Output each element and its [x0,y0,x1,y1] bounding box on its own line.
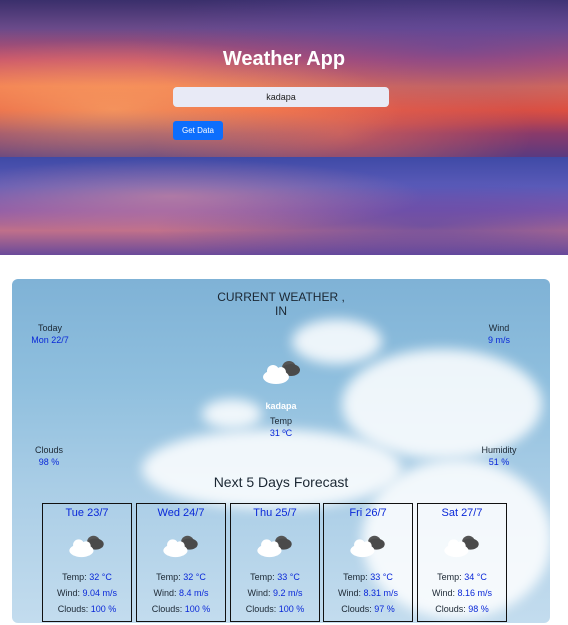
forecast-day-name: Wed 24/7 [157,507,205,519]
cloud-decoration [292,319,382,364]
forecast-wind: Wind: 8.4 m/s [153,588,209,598]
forecast-wind: Wind: 9.2 m/s [247,588,303,598]
wind-label: Wind [488,323,510,333]
cloud-sun-icon [440,532,484,563]
forecast-clouds: Clouds: 97 % [341,604,395,614]
today-value: Mon 22/7 [31,335,69,345]
cloud-sun-icon [260,357,304,390]
forecast-day-name: Fri 26/7 [349,507,387,519]
forecast-day-name: Thu 25/7 [253,507,297,519]
current-weather-heading: CURRENT WEATHER , IN [12,290,550,318]
cloud-sun-icon [253,532,297,563]
forecast-day-card: Thu 25/7 Temp: 33 °C Wind: 9.2 m/s Clouds: … [230,503,320,622]
humidity-value: 51 % [488,457,510,467]
forecast-temp: Temp: 32 °C [156,572,206,582]
forecast-wind: Wind: 9.04 m/s [56,588,118,598]
forecast-day-name: Sat 27/7 [441,507,483,519]
hero-banner [0,0,568,157]
forecast-temp: Temp: 34 °C [437,572,487,582]
cloud-decoration [142,429,402,509]
humidity-label: Humidity [481,445,517,455]
forecast-title: Next 5 Days Forecast [213,474,349,490]
city-search-input[interactable] [173,87,389,107]
app-title: Weather App [222,48,346,70]
cloud-sun-icon [159,532,203,563]
forecast-wind: Wind: 8.31 m/s [337,588,399,598]
clouds-value: 98 % [38,457,60,467]
forecast-day-name: Tue 23/7 [65,507,109,519]
forecast-wind: Wind: 8.16 m/s [431,588,493,598]
hero-background-band [0,157,568,255]
city-name: kadapa [265,401,297,411]
temp-label: Temp [269,416,292,426]
forecast-temp: Temp: 33 °C [250,572,300,582]
forecast-clouds: Clouds: 100 % [57,604,117,614]
forecast-temp: Temp: 32 °C [62,572,112,582]
get-data-button[interactable]: Get Data [173,121,223,140]
current-weather-card: CURRENT WEATHER , IN Today Mon 22/7 Wind… [12,279,550,623]
forecast-clouds: Clouds: 100 % [151,604,211,614]
forecast-day-card: Tue 23/7 Temp: 32 °C Wind: 9.04 m/s Clouds:… [42,503,132,622]
forecast-clouds: Clouds: 100 % [245,604,305,614]
heading-line-2: IN [275,304,287,318]
forecast-day-card: Sat 27/7 Temp: 34 °C Wind: 8.16 m/s Clouds:… [417,503,507,622]
temp-value: 31 ºC [269,428,293,438]
forecast-temp: Temp: 33 °C [343,572,393,582]
today-label: Today [37,323,63,333]
forecast-clouds: Clouds: 98 % [435,604,489,614]
cloud-sun-icon [65,532,109,563]
heading-line-1: CURRENT WEATHER , [217,290,345,304]
forecast-day-card: Wed 24/7 Temp: 32 °C Wind: 8.4 m/s Clouds: … [136,503,226,622]
cloud-sun-icon [346,532,390,563]
clouds-label: Clouds [34,445,63,455]
forecast-day-card: Fri 26/7 Temp: 33 °C Wind: 8.31 m/s Clouds:… [323,503,413,622]
wind-value: 9 m/s [487,335,510,345]
